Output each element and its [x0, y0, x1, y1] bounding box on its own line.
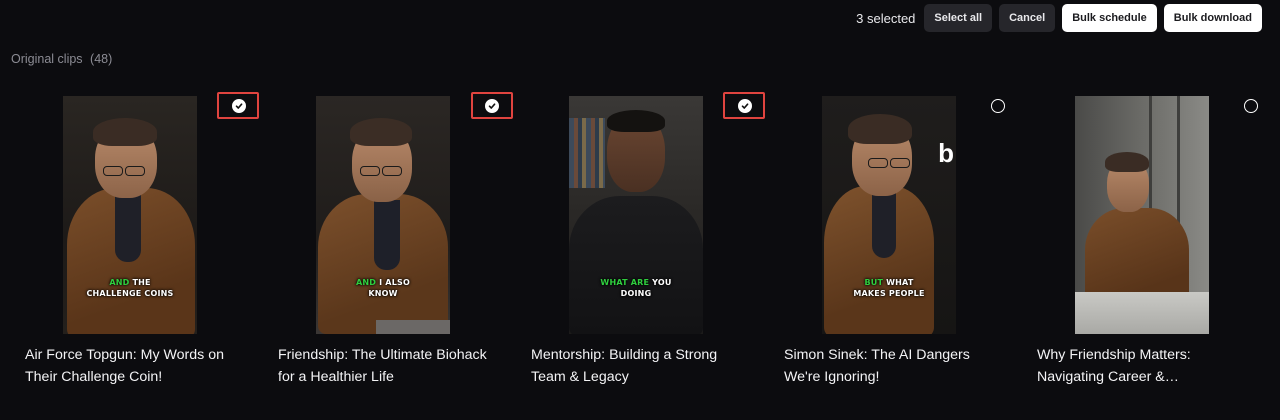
- caption-line2: KNOW: [368, 289, 398, 298]
- clip-card[interactable]: Why Friendship Matters: Navigating Caree…: [1012, 96, 1265, 396]
- clip-thumbnail[interactable]: AND I ALSO KNOW: [316, 96, 450, 334]
- person-hair: [350, 118, 412, 146]
- select-checkbox[interactable]: [738, 99, 752, 113]
- clip-thumbnail[interactable]: [1075, 96, 1209, 334]
- section-title: Original clips: [11, 52, 83, 66]
- caption-text: WHAT: [883, 278, 914, 287]
- clip-caption: AND I ALSO KNOW: [316, 277, 450, 299]
- empty-circle-icon[interactable]: [1244, 99, 1258, 113]
- clip-caption: AND THE CHALLENGE COINS: [63, 277, 197, 299]
- glasses-right: [382, 166, 402, 176]
- select-checkbox[interactable]: [232, 99, 246, 113]
- clip-grid: AND THE CHALLENGE COINS Air Force Topgun…: [0, 92, 1280, 396]
- person-hair: [93, 118, 157, 146]
- caption-line2: DOING: [620, 289, 652, 298]
- person-shirt: [872, 192, 896, 258]
- caption-highlight: WHAT ARE: [600, 278, 650, 287]
- section-header: Original clips (48): [11, 52, 112, 66]
- bookshelf: [569, 118, 605, 188]
- clip-caption: BUT WHAT MAKES PEOPLE: [822, 277, 956, 299]
- clip-thumbnail[interactable]: AND THE CHALLENGE COINS: [63, 96, 197, 334]
- clip-card[interactable]: AND I ALSO KNOW Friendship: The Ultimate…: [253, 92, 513, 396]
- clip-title[interactable]: Air Force Topgun: My Words on Their Chal…: [25, 345, 247, 388]
- person-tshirt: [569, 196, 703, 334]
- person-hair: [848, 114, 912, 144]
- empty-circle-icon[interactable]: [991, 99, 1005, 113]
- clip-card[interactable]: AND THE CHALLENGE COINS Air Force Topgun…: [0, 92, 259, 396]
- clip-title[interactable]: Simon Sinek: The AI Dangers We're Ignori…: [784, 345, 1006, 388]
- caption-line2: CHALLENGE COINS: [86, 289, 174, 298]
- person-shirt: [374, 200, 400, 270]
- caption-text: THE: [129, 278, 151, 287]
- clip-title[interactable]: Friendship: The Ultimate Biohack for a H…: [278, 345, 500, 388]
- caption-highlight: AND: [356, 278, 377, 287]
- person-hair: [1105, 152, 1149, 172]
- table-surface: [1075, 292, 1209, 334]
- select-all-button[interactable]: Select all: [924, 4, 993, 32]
- bulk-schedule-button[interactable]: Bulk schedule: [1062, 4, 1157, 32]
- cancel-button[interactable]: Cancel: [999, 4, 1056, 32]
- clip-card[interactable]: b BUT WHAT MAKES PEOPLE Simon Sinek: The…: [759, 96, 1012, 396]
- selection-toolbar: 3 selected Select all Cancel Bulk schedu…: [856, 4, 1262, 32]
- caption-highlight: AND: [109, 278, 130, 287]
- check-circle-icon: [235, 103, 243, 109]
- caption-text: YOU: [649, 278, 672, 287]
- person-hair: [607, 110, 665, 132]
- glasses-left: [868, 158, 888, 168]
- clip-title[interactable]: Mentorship: Building a Strong Team & Leg…: [531, 345, 753, 388]
- clip-thumbnail[interactable]: WHAT ARE YOU DOING: [569, 96, 703, 334]
- person-shirt: [115, 192, 141, 262]
- brand-mark: b: [938, 138, 954, 168]
- selected-count: 3 selected: [856, 10, 916, 26]
- glasses-left: [103, 166, 123, 176]
- caption-highlight: BUT: [864, 278, 884, 287]
- clip-title[interactable]: Why Friendship Matters: Navigating Caree…: [1037, 345, 1259, 388]
- glasses-right: [125, 166, 145, 176]
- clip-caption: WHAT ARE YOU DOING: [569, 277, 703, 299]
- table-surface: [376, 320, 450, 334]
- select-checkbox[interactable]: [485, 99, 499, 113]
- clip-thumbnail[interactable]: b BUT WHAT MAKES PEOPLE: [822, 96, 956, 334]
- caption-text: I ALSO: [376, 278, 410, 287]
- check-circle-icon: [488, 103, 496, 109]
- glasses-left: [360, 166, 380, 176]
- clip-count: (48): [90, 52, 113, 66]
- clip-card[interactable]: WHAT ARE YOU DOING Mentorship: Building …: [506, 92, 765, 396]
- glasses-right: [890, 158, 910, 168]
- check-circle-icon: [741, 103, 749, 109]
- caption-line2: MAKES PEOPLE: [853, 289, 925, 298]
- bulk-download-button[interactable]: Bulk download: [1163, 4, 1262, 32]
